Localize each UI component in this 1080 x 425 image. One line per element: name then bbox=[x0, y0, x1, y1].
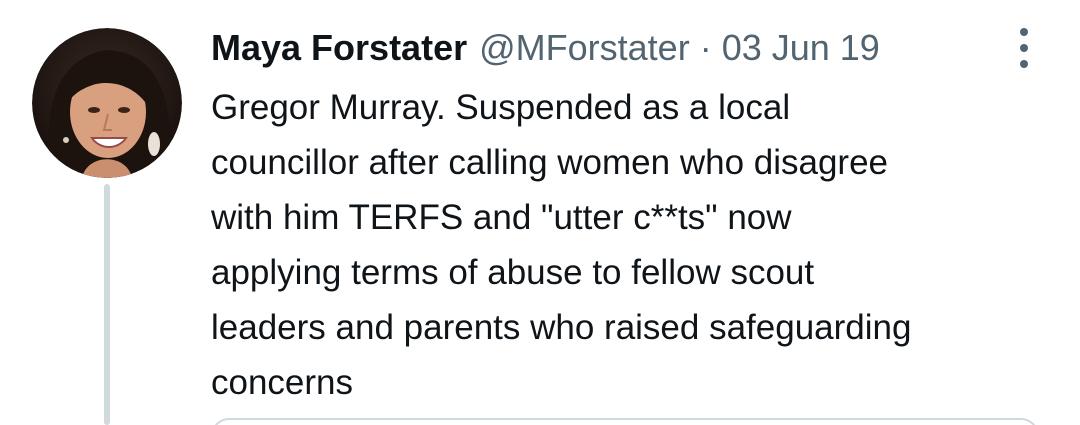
tweet-date[interactable]: 03 Jun 19 bbox=[722, 26, 880, 70]
tweet-text-line: applying terms of abuse to fellow scout bbox=[211, 253, 815, 292]
more-options-icon[interactable] bbox=[1012, 28, 1036, 68]
tweet-content: Maya Forstater @MForstater · 03 Jun 19 G… bbox=[211, 26, 1041, 410]
more-dot bbox=[1020, 28, 1028, 36]
author-display-name[interactable]: Maya Forstater bbox=[211, 26, 467, 70]
tweet-text: Gregor Murray. Suspended as a local coun… bbox=[211, 80, 1041, 410]
thread-connector-line bbox=[104, 184, 110, 425]
tweet-text-line: councillor after calling women who disag… bbox=[211, 143, 889, 182]
quoted-tweet-card[interactable] bbox=[211, 418, 1039, 425]
avatar[interactable] bbox=[32, 28, 182, 178]
avatar-column bbox=[32, 28, 182, 178]
more-dot bbox=[1020, 44, 1028, 52]
tweet-text-line: Gregor Murray. Suspended as a local bbox=[211, 88, 791, 127]
author-handle[interactable]: @MForstater bbox=[479, 26, 690, 70]
tweet-text-line: concerns bbox=[211, 363, 354, 402]
tweet[interactable]: Maya Forstater @MForstater · 03 Jun 19 G… bbox=[0, 0, 1080, 425]
more-dot bbox=[1020, 60, 1028, 68]
header-separator: · bbox=[699, 27, 712, 68]
tweet-text-line: leaders and parents who raised safeguard… bbox=[211, 308, 912, 347]
tweet-text-line: with him TERFS and "utter c**ts" now bbox=[211, 198, 792, 237]
tweet-header: Maya Forstater @MForstater · 03 Jun 19 bbox=[211, 26, 1041, 70]
